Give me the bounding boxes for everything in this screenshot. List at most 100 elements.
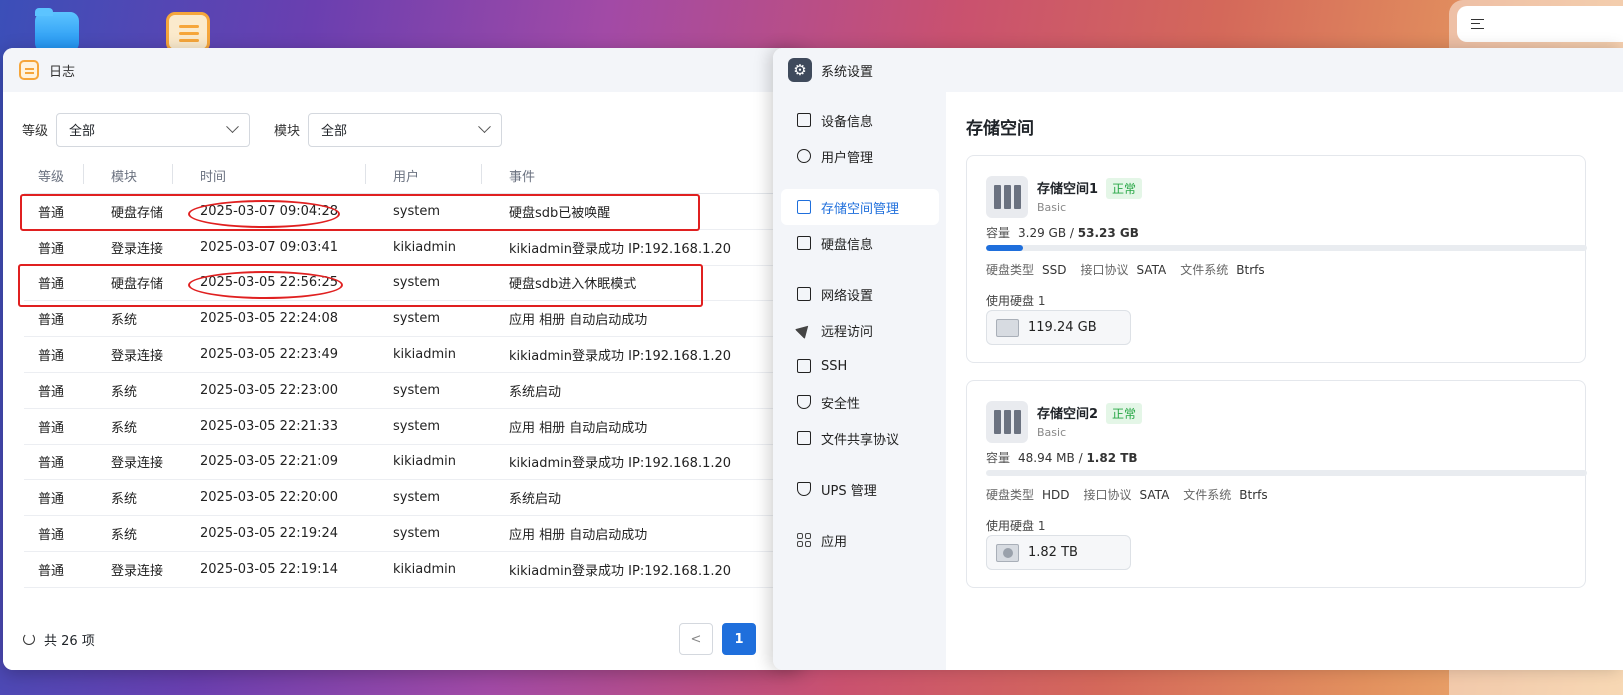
table-body: 普通 硬盘存储 2025-03-07 09:04:28 system 硬盘sdb已被唤醒… bbox=[24, 194, 803, 588]
sidebar-item-storage[interactable]: 存储空间管理 bbox=[781, 189, 939, 225]
device-icon bbox=[797, 113, 811, 127]
level-select[interactable]: 全部 bbox=[56, 112, 251, 147]
cell-event: 硬盘sdb进入休眠模式 bbox=[509, 277, 637, 293]
cell-module: 系统 bbox=[111, 313, 138, 329]
table-row[interactable]: 普通 登录连接 2025-03-05 22:21:09 kikiadmin kikiad… bbox=[24, 445, 803, 481]
pool-name: 存储空间2 bbox=[1037, 407, 1099, 422]
table-row[interactable]: 普通 硬盘存储 2025-03-07 09:04:28 system 硬盘sdb已被唤醒 bbox=[24, 194, 803, 230]
column-header-level[interactable]: 等级 bbox=[24, 166, 97, 185]
disk-type-label: 硬盘类型 bbox=[986, 263, 1035, 277]
table-header: 等级 模块 时间 用户 事件 bbox=[24, 158, 803, 194]
module-select[interactable]: 全部 bbox=[308, 112, 503, 147]
cell-time: 2025-03-05 22:56:25 bbox=[200, 275, 339, 291]
table-row[interactable]: 普通 系统 2025-03-05 22:20:00 system 系统启动 bbox=[24, 480, 803, 517]
table-row[interactable]: 普通 系统 2025-03-05 22:21:33 system 应用 相册 自动启动成… bbox=[24, 409, 803, 445]
terminal-icon bbox=[797, 359, 811, 373]
cell-level: 普通 bbox=[38, 563, 65, 579]
cell-user: system bbox=[393, 311, 440, 327]
table-row[interactable]: 普通 硬盘存储 2025-03-05 22:56:25 system 硬盘sdb进入休眠… bbox=[24, 266, 803, 302]
sidebar-item-network[interactable]: 网络设置 bbox=[781, 276, 939, 312]
disk-icon bbox=[797, 236, 811, 250]
disk-size: 119.24 GB bbox=[1028, 320, 1097, 335]
storage-pool-card[interactable]: 存储空间1 正常 Basic 容量 3.29 GB / 53.23 GB 硬盘类型 S… bbox=[966, 155, 1587, 363]
sidebar-item-apps[interactable]: 应用 bbox=[781, 522, 939, 558]
cell-time: 2025-03-05 22:19:24 bbox=[200, 526, 339, 542]
gear-icon: ⚙ bbox=[788, 58, 812, 82]
sidebar-item-ssh[interactable]: SSH bbox=[781, 348, 939, 384]
cell-event: 硬盘sdb已被唤醒 bbox=[509, 205, 611, 221]
cell-time: 2025-03-05 22:24:08 bbox=[200, 311, 339, 327]
cell-level: 普通 bbox=[38, 528, 65, 544]
sidebar-item-remote-access[interactable]: 远程访问 bbox=[781, 312, 939, 348]
column-header-time[interactable]: 时间 bbox=[172, 164, 379, 185]
cell-user: system bbox=[393, 275, 440, 291]
cell-module: 硬盘存储 bbox=[111, 277, 164, 293]
page-title: 存储空间 bbox=[966, 119, 1034, 139]
table-row[interactable]: 普通 登录连接 2025-03-05 22:19:14 kikiadmin kikiad… bbox=[24, 552, 803, 588]
cell-user: system bbox=[393, 526, 440, 542]
sidebar-item-label: SSH bbox=[821, 358, 848, 374]
column-header-event[interactable]: 事件 bbox=[481, 164, 803, 185]
file-icon bbox=[797, 431, 811, 445]
filter-list-icon[interactable] bbox=[1471, 19, 1484, 29]
page-button-current[interactable]: 1 bbox=[722, 623, 756, 655]
capacity-total: 53.23 GB bbox=[1077, 226, 1139, 240]
table-row[interactable]: 普通 系统 2025-03-05 22:24:08 system 应用 相册 自动启动成… bbox=[24, 301, 803, 338]
cell-event: 应用 相册 自动启动成功 bbox=[509, 420, 648, 436]
capacity-bar-fill bbox=[986, 245, 1024, 251]
sidebar-item-label: 网络设置 bbox=[821, 288, 874, 304]
cell-event: 应用 相册 自动启动成功 bbox=[509, 528, 648, 544]
table-row[interactable]: 普通 登录连接 2025-03-05 22:23:49 kikiadmin kikiad… bbox=[24, 337, 803, 373]
network-icon bbox=[797, 287, 811, 301]
column-header-user[interactable]: 用户 bbox=[365, 164, 495, 185]
notes-app-icon[interactable] bbox=[166, 12, 210, 52]
capacity-used: 3.29 GB bbox=[1018, 226, 1067, 240]
table-row[interactable]: 普通 登录连接 2025-03-07 09:03:41 kikiadmin kikiad… bbox=[24, 230, 803, 266]
disk-type-value: SSD bbox=[1042, 263, 1067, 277]
storage-pool-card[interactable]: 存储空间2 正常 Basic 容量 48.94 MB / 1.82 TB 硬盘类型 H… bbox=[966, 380, 1587, 588]
status-badge: 正常 bbox=[1106, 403, 1143, 424]
sidebar-item-file-sharing[interactable]: 文件共享协议 bbox=[781, 420, 939, 456]
sidebar-item-label: UPS 管理 bbox=[821, 483, 877, 499]
sidebar-item-security[interactable]: 安全性 bbox=[781, 384, 939, 420]
cell-time: 2025-03-05 22:23:49 bbox=[200, 347, 339, 363]
cell-module: 系统 bbox=[111, 384, 138, 400]
cell-time: 2025-03-05 22:23:00 bbox=[200, 382, 339, 398]
refresh-icon[interactable] bbox=[23, 633, 35, 645]
cell-event: kikiadmin登录成功 IP:192.168.1.20 bbox=[509, 349, 732, 365]
sidebar-item-label: 用户管理 bbox=[821, 150, 874, 166]
sidebar-item-label: 安全性 bbox=[821, 396, 861, 412]
disk-chip[interactable]: 1.82 TB bbox=[986, 535, 1131, 570]
disk-chip[interactable]: 119.24 GB bbox=[986, 310, 1131, 345]
pool-specs: 硬盘类型 SSD 接口协议 SATA 文件系统 Btrfs bbox=[986, 261, 1265, 278]
log-titlebar[interactable]: 日志 bbox=[3, 48, 803, 92]
interface-label: 接口协议 bbox=[1080, 263, 1129, 277]
cell-user: system bbox=[393, 203, 440, 219]
sidebar-item-disk-info[interactable]: 硬盘信息 bbox=[781, 225, 939, 261]
cell-event: kikiadmin登录成功 IP:192.168.1.20 bbox=[509, 241, 732, 257]
cell-time: 2025-03-05 22:20:00 bbox=[200, 490, 339, 506]
table-row[interactable]: 普通 系统 2025-03-05 22:23:00 system 系统启动 bbox=[24, 373, 803, 409]
files-app-icon[interactable] bbox=[35, 8, 79, 52]
cell-module: 硬盘存储 bbox=[111, 205, 164, 221]
settings-titlebar[interactable]: ⚙ 系统设置 bbox=[773, 48, 1623, 92]
cell-module: 登录连接 bbox=[111, 241, 164, 257]
cell-module: 登录连接 bbox=[111, 563, 164, 579]
prev-page-button[interactable]: < bbox=[679, 623, 713, 655]
disk-type-label: 硬盘类型 bbox=[986, 488, 1035, 502]
cell-user: system bbox=[393, 490, 440, 506]
fs-label: 文件系统 bbox=[1183, 488, 1232, 502]
pool-name-row: 存储空间1 正常 bbox=[1037, 178, 1143, 199]
ups-icon bbox=[797, 482, 811, 496]
settings-content: 存储空间 存储空间1 正常 Basic 容量 3.29 GB / 53.23 GB … bbox=[946, 92, 1623, 670]
cell-time: 2025-03-07 09:03:41 bbox=[200, 239, 339, 255]
sidebar-item-ups[interactable]: UPS 管理 bbox=[781, 471, 939, 507]
sidebar-item-device-info[interactable]: 设备信息 bbox=[781, 102, 939, 138]
log-window-title: 日志 bbox=[49, 64, 76, 80]
log-footer: 共 26 项 < 1 bbox=[3, 608, 803, 670]
cell-level: 普通 bbox=[38, 420, 65, 436]
table-row[interactable]: 普通 系统 2025-03-05 22:19:24 system 应用 相册 自动启动成… bbox=[24, 516, 803, 552]
chevron-down-icon bbox=[478, 120, 491, 134]
pool-name: 存储空间1 bbox=[1037, 182, 1099, 197]
sidebar-item-users[interactable]: 用户管理 bbox=[781, 138, 939, 174]
